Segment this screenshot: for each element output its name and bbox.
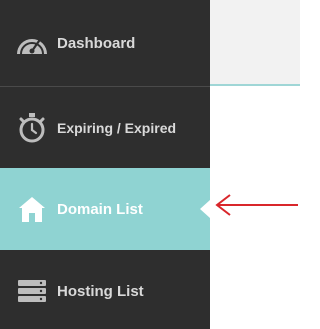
stopwatch-icon <box>14 111 50 145</box>
sidebar-item-dashboard[interactable]: Dashboard <box>0 0 210 86</box>
sidebar-item-domain-list[interactable]: Domain List <box>0 168 210 250</box>
sidebar-item-label: Domain List <box>57 200 143 218</box>
app-frame: Dashboard Expiring / Expired Domain List… <box>0 0 300 329</box>
sidebar-item-label: Expiring / Expired <box>57 119 177 136</box>
annotation-arrow <box>215 194 298 216</box>
active-indicator <box>200 200 210 218</box>
speedometer-icon <box>14 26 50 60</box>
sidebar-item-label: Dashboard <box>57 34 136 52</box>
sidebar-item-expiring[interactable]: Expiring / Expired <box>0 86 210 168</box>
top-bar <box>210 0 300 86</box>
server-icon <box>14 274 50 308</box>
sidebar-item-hosting-list[interactable]: Hosting List <box>0 250 210 329</box>
sidebar: Dashboard Expiring / Expired Domain List… <box>0 0 210 329</box>
sidebar-item-label: Hosting List <box>57 282 144 300</box>
home-icon <box>14 192 50 226</box>
